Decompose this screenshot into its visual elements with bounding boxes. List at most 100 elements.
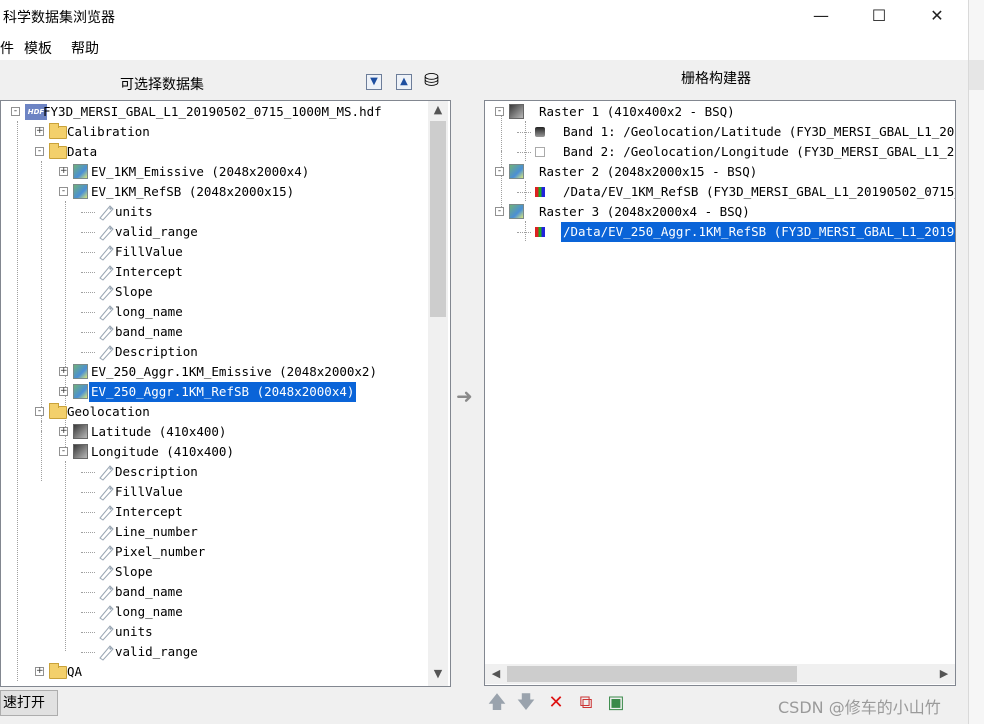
tree-item-label: /Data/EV_250_Aggr.1KM_RefSB (FY3D_MERSI_… <box>561 222 955 242</box>
tree-item[interactable]: - Raster 1 (410x400x2 - BSQ) <box>485 102 955 122</box>
remove-all-button[interactable]: ⧉ <box>575 693 597 713</box>
tree-item[interactable]: units <box>1 622 450 642</box>
remove-all-icon: ⧉ <box>579 692 593 713</box>
tree-item[interactable]: Slope <box>1 282 450 302</box>
scroll-down-icon[interactable]: ▼ <box>428 667 448 680</box>
add-to-builder-button[interactable]: ➜ <box>456 384 473 408</box>
tree-item[interactable]: Pixel_number <box>1 542 450 562</box>
close-button[interactable]: ✕ <box>914 0 960 32</box>
tree-item-label: Data <box>67 144 98 159</box>
left-vertical-scrollbar[interactable]: ▲ ▼ <box>428 101 448 686</box>
collapse-icon[interactable]: - <box>495 107 504 116</box>
tree-item[interactable]: - Geolocation <box>1 402 450 422</box>
dataset-tree[interactable]: - HDF FY3D_MERSI_GBAL_L1_20190502_0715_100… <box>0 100 451 687</box>
right-horizontal-scrollbar[interactable]: ◀ ▶ <box>485 664 955 684</box>
collapse-all-button[interactable]: ▼ <box>366 74 382 90</box>
minimize-button[interactable]: — <box>798 0 844 32</box>
tree-item[interactable]: units <box>1 202 450 222</box>
expand-all-button[interactable]: ▲ <box>396 74 412 90</box>
collapse-icon[interactable]: - <box>495 207 504 216</box>
tree-item[interactable]: valid_range <box>1 642 450 662</box>
tree-item-label: long_name <box>115 604 183 619</box>
tree-item[interactable]: - Raster 2 (2048x2000x15 - BSQ) <box>485 162 955 182</box>
collapse-icon[interactable]: - <box>35 147 44 156</box>
maximize-button[interactable]: ☐ <box>856 0 902 32</box>
tree-item[interactable]: /Data/EV_250_Aggr.1KM_RefSB (FY3D_MERSI_… <box>485 222 955 242</box>
menu-template[interactable]: 模板 <box>24 38 52 58</box>
scroll-right-icon[interactable]: ▶ <box>937 667 951 680</box>
collapse-icon[interactable]: - <box>59 447 68 456</box>
raster-icon <box>73 164 88 179</box>
collapse-icon[interactable]: - <box>59 187 68 196</box>
scroll-thumb-horizontal[interactable] <box>507 666 797 682</box>
tree-item[interactable]: + EV_1KM_Emissive (2048x2000x4) <box>1 162 450 182</box>
tree-item[interactable]: Description <box>1 462 450 482</box>
raster-builder-tree[interactable]: - Raster 1 (410x400x2 - BSQ) Band 1: /Geol… <box>484 100 956 686</box>
delete-button[interactable]: ✕ <box>545 693 567 713</box>
tree-item[interactable]: long_name <box>1 602 450 622</box>
expand-icon[interactable]: + <box>35 667 44 676</box>
expand-icon[interactable]: + <box>59 387 68 396</box>
tree-item[interactable]: - Raster 3 (2048x2000x4 - BSQ) <box>485 202 955 222</box>
expand-icon[interactable]: + <box>35 127 44 136</box>
collapse-icon[interactable]: - <box>11 107 20 116</box>
tree-item[interactable]: + Calibration <box>1 122 450 142</box>
tree-item[interactable]: FillValue <box>1 242 450 262</box>
collapse-icon[interactable]: - <box>495 167 504 176</box>
tree-item[interactable]: Band 2: /Geolocation/Longitude (FY3D_MER… <box>485 142 955 162</box>
tree-item[interactable]: Slope <box>1 562 450 582</box>
tree-item[interactable]: - Longitude (410x400) <box>1 442 450 462</box>
tree-item[interactable]: Band 1: /Geolocation/Latitude (FY3D_MERS… <box>485 122 955 142</box>
find-button[interactable]: ⛁ <box>424 70 439 91</box>
tree-item-label: Pixel_number <box>115 544 206 559</box>
tree-item[interactable]: Description <box>1 342 450 362</box>
empty-band-icon <box>535 147 545 157</box>
menu-help[interactable]: 帮助 <box>71 38 99 58</box>
new-raster-button[interactable]: ▣ <box>605 693 627 713</box>
grayscale-raster-icon <box>73 424 88 439</box>
scroll-thumb[interactable] <box>430 121 446 317</box>
move-up-button[interactable]: 🡅 <box>486 693 508 713</box>
expand-icon[interactable]: + <box>59 367 68 376</box>
tree-item[interactable]: Intercept <box>1 502 450 522</box>
tree-item[interactable]: + EV_250_Aggr.1KM_Emissive (2048x2000x2) <box>1 362 450 382</box>
tree-item[interactable]: + Latitude (410x400) <box>1 422 450 442</box>
tree-item-label: long_name <box>115 304 183 319</box>
tree-item[interactable]: + EV_250_Aggr.1KM_RefSB (2048x2000x4) <box>1 382 450 402</box>
tree-item-label: Intercept <box>115 504 183 519</box>
menu-bar: 件 模板 帮助 <box>0 32 968 60</box>
tree-item-label: Raster 2 (2048x2000x15 - BSQ) <box>539 164 758 179</box>
tree-item-label: Band 2: /Geolocation/Longitude (FY3D_MER… <box>563 144 956 159</box>
expand-icon[interactable]: + <box>59 167 68 176</box>
scroll-up-icon[interactable]: ▲ <box>428 103 448 116</box>
grayscale-raster-icon <box>73 444 88 459</box>
right-panel-title: 栅格构建器 <box>681 71 751 87</box>
tree-item[interactable]: - HDF FY3D_MERSI_GBAL_L1_20190502_0715_100… <box>1 102 450 122</box>
tree-item[interactable]: /Data/EV_1KM_RefSB (FY3D_MERSI_GBAL_L1_2… <box>485 182 955 202</box>
tree-item[interactable]: Line_number <box>1 522 450 542</box>
quick-open-button[interactable]: 速打开 <box>0 690 58 716</box>
tree-item[interactable]: - EV_1KM_RefSB (2048x2000x15) <box>1 182 450 202</box>
watermark: CSDN @修车的小山竹 <box>778 698 941 717</box>
tree-item[interactable]: band_name <box>1 322 450 342</box>
tree-item-label: valid_range <box>115 644 198 659</box>
tree-item-label: band_name <box>115 324 183 339</box>
tree-item[interactable]: Intercept <box>1 262 450 282</box>
expand-icon[interactable]: + <box>59 427 68 436</box>
tree-item[interactable]: + QA <box>1 662 450 682</box>
menu-file[interactable]: 件 <box>0 38 14 58</box>
tree-item[interactable]: - Data <box>1 142 450 162</box>
move-down-button[interactable]: 🡇 <box>515 693 537 713</box>
tree-item[interactable]: long_name <box>1 302 450 322</box>
tree-item-label: FillValue <box>115 484 183 499</box>
tree-item[interactable]: band_name <box>1 582 450 602</box>
tree-item-label: Geolocation <box>67 404 150 419</box>
tree-item-label: FY3D_MERSI_GBAL_L1_20190502_0715_1000M_M… <box>43 104 382 119</box>
new-raster-icon: ▣ <box>607 692 625 713</box>
tree-item[interactable]: valid_range <box>1 222 450 242</box>
tree-item-label: Longitude (410x400) <box>91 444 234 459</box>
tree-item-label: Raster 3 (2048x2000x4 - BSQ) <box>539 204 750 219</box>
tree-item[interactable]: FillValue <box>1 482 450 502</box>
collapse-icon[interactable]: - <box>35 407 44 416</box>
scroll-left-icon[interactable]: ◀ <box>489 667 503 680</box>
